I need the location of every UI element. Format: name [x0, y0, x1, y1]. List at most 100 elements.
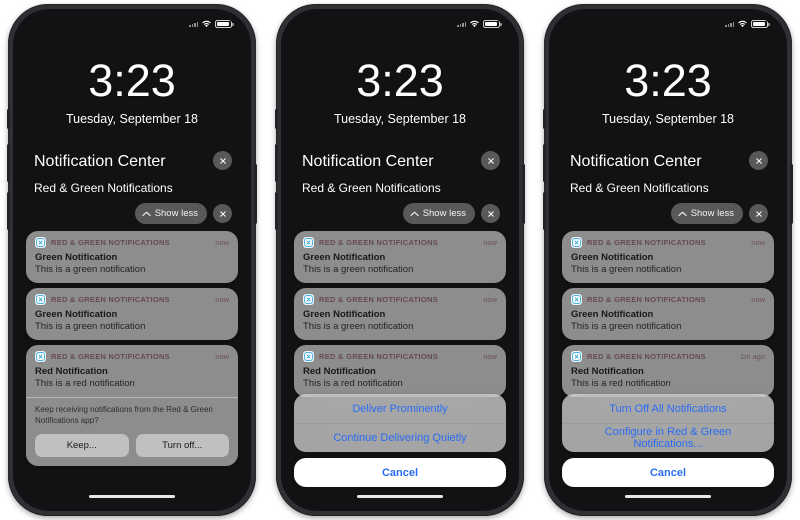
notification-card-with-prompt[interactable]: RED & GREEN NOTIFICATIONS now Red Notifi…	[26, 345, 238, 466]
red-green-notifications-app-icon	[35, 237, 46, 248]
notification-group-title: Red & Green Notifications	[34, 181, 173, 195]
notification-app-name: RED & GREEN NOTIFICATIONS	[51, 352, 170, 361]
notification-time: now	[215, 238, 229, 247]
wifi-icon	[737, 20, 748, 28]
manage-notifications-prompt: Keep receiving notifications from the Re…	[26, 397, 238, 466]
notification-list: RED & GREEN NOTIFICATIONS now Green Noti…	[294, 231, 506, 402]
notification-title: Green Notification	[303, 252, 386, 263]
notch	[344, 16, 456, 31]
red-green-notifications-app-icon	[303, 351, 314, 362]
notification-title: Red Notification	[571, 366, 644, 377]
power-button[interactable]	[522, 164, 525, 224]
battery-full-icon	[751, 20, 770, 28]
notification-title: Green Notification	[571, 252, 654, 263]
continue-delivering-quietly-option[interactable]: Continue Delivering Quietly	[294, 423, 506, 452]
red-green-notifications-app-icon	[303, 237, 314, 248]
clear-notification-center-button[interactable]	[481, 151, 500, 170]
home-indicator[interactable]	[357, 495, 443, 498]
turn-off-all-notifications-option[interactable]: Turn Off All Notifications	[562, 394, 774, 423]
clock-date: Tuesday, September 18	[601, 112, 735, 126]
notification-app-name: RED & GREEN NOTIFICATIONS	[587, 352, 706, 361]
notification-time: 1m ago	[739, 352, 765, 361]
notification-body: This is a red notification	[571, 378, 671, 389]
clear-group-button[interactable]	[213, 204, 232, 223]
notification-body: This is a green notification	[35, 264, 146, 275]
volume-down-button[interactable]	[275, 192, 278, 230]
clock-time: 3:23	[356, 55, 444, 106]
show-less-button[interactable]: Show less	[670, 203, 743, 224]
silent-switch[interactable]	[7, 109, 10, 129]
notification-title: Red Notification	[303, 366, 376, 377]
chevron-up-icon	[410, 211, 419, 216]
turn-off-button[interactable]: Turn off...	[135, 433, 229, 457]
notification-card[interactable]: RED & GREEN NOTIFICATIONS now Green Noti…	[26, 231, 238, 283]
notification-title: Green Notification	[571, 309, 654, 320]
volume-down-button[interactable]	[7, 192, 10, 230]
notification-time: now	[751, 238, 765, 247]
notification-app-name: RED & GREEN NOTIFICATIONS	[587, 295, 706, 304]
notification-card[interactable]: RED & GREEN NOTIFICATIONS now Red Notifi…	[294, 345, 506, 397]
action-sheet-options: Turn Off All Notifications Configure in …	[562, 394, 774, 452]
silent-switch[interactable]	[275, 109, 278, 129]
notification-body: This is a green notification	[571, 264, 682, 275]
notch	[612, 16, 724, 31]
keep-button[interactable]: Keep...	[35, 433, 129, 457]
notification-time: now	[215, 295, 229, 304]
wifi-icon	[469, 20, 480, 28]
home-indicator[interactable]	[625, 495, 711, 498]
status-bar	[189, 20, 234, 28]
action-sheet: Turn Off All Notifications Configure in …	[562, 394, 774, 487]
clock-date: Tuesday, September 18	[65, 112, 199, 126]
status-bar	[725, 20, 770, 28]
notification-app-name: RED & GREEN NOTIFICATIONS	[51, 295, 170, 304]
show-less-label: Show less	[154, 208, 198, 219]
notification-card[interactable]: RED & GREEN NOTIFICATIONS now Green Noti…	[562, 231, 774, 283]
volume-up-button[interactable]	[543, 144, 546, 182]
configure-in-app-option[interactable]: Configure in Red & Green Notifications..…	[562, 423, 774, 452]
phone-2-screen: 3:23 Tuesday, September 18 Notification …	[288, 16, 512, 504]
cancel-button[interactable]: Cancel	[562, 458, 774, 487]
power-button[interactable]	[790, 164, 793, 224]
show-less-button[interactable]: Show less	[134, 203, 207, 224]
silent-switch[interactable]	[543, 109, 546, 129]
notification-body: This is a red notification	[303, 378, 403, 389]
red-green-notifications-app-icon	[303, 294, 314, 305]
notification-body: This is a green notification	[35, 321, 146, 332]
red-green-notifications-app-icon	[35, 294, 46, 305]
prompt-question: Keep receiving notifications from the Re…	[35, 405, 213, 425]
volume-down-button[interactable]	[543, 192, 546, 230]
notification-card[interactable]: RED & GREEN NOTIFICATIONS now Green Noti…	[26, 288, 238, 340]
red-green-notifications-app-icon	[35, 351, 46, 362]
notification-body: This is a green notification	[303, 264, 414, 275]
phone-2: 3:23 Tuesday, September 18 Notification …	[275, 4, 525, 516]
clear-notification-center-button[interactable]	[213, 151, 232, 170]
notification-card[interactable]: RED & GREEN NOTIFICATIONS 1m ago Red Not…	[562, 345, 774, 397]
clear-group-button[interactable]	[749, 204, 768, 223]
notification-card[interactable]: RED & GREEN NOTIFICATIONS now Green Noti…	[294, 231, 506, 283]
clock-time: 3:23	[624, 55, 712, 106]
clear-group-button[interactable]	[481, 204, 500, 223]
three-phone-comparison: 3:23 Tuesday, September 18 Notification …	[0, 0, 800, 520]
phone-3-screen: 3:23 Tuesday, September 18 Notification …	[556, 16, 780, 504]
notification-time: now	[751, 295, 765, 304]
battery-full-icon	[483, 20, 502, 28]
notification-center-title: Notification Center	[570, 153, 702, 170]
notification-card[interactable]: RED & GREEN NOTIFICATIONS now Green Noti…	[294, 288, 506, 340]
show-less-button[interactable]: Show less	[402, 203, 475, 224]
notification-body: This is a green notification	[303, 321, 414, 332]
notification-card[interactable]: RED & GREEN NOTIFICATIONS now Green Noti…	[562, 288, 774, 340]
notification-center-title: Notification Center	[34, 153, 166, 170]
chevron-up-icon	[142, 211, 151, 216]
home-indicator[interactable]	[89, 495, 175, 498]
phone-3: 3:23 Tuesday, September 18 Notification …	[543, 4, 793, 516]
deliver-prominently-option[interactable]: Deliver Prominently	[294, 394, 506, 423]
volume-up-button[interactable]	[7, 144, 10, 182]
notification-app-name: RED & GREEN NOTIFICATIONS	[319, 295, 438, 304]
signal-dots-icon	[189, 21, 198, 27]
power-button[interactable]	[254, 164, 257, 224]
clear-notification-center-button[interactable]	[749, 151, 768, 170]
notification-list: RED & GREEN NOTIFICATIONS now Green Noti…	[562, 231, 774, 402]
cancel-button[interactable]: Cancel	[294, 458, 506, 487]
volume-up-button[interactable]	[275, 144, 278, 182]
notification-time: now	[483, 238, 497, 247]
